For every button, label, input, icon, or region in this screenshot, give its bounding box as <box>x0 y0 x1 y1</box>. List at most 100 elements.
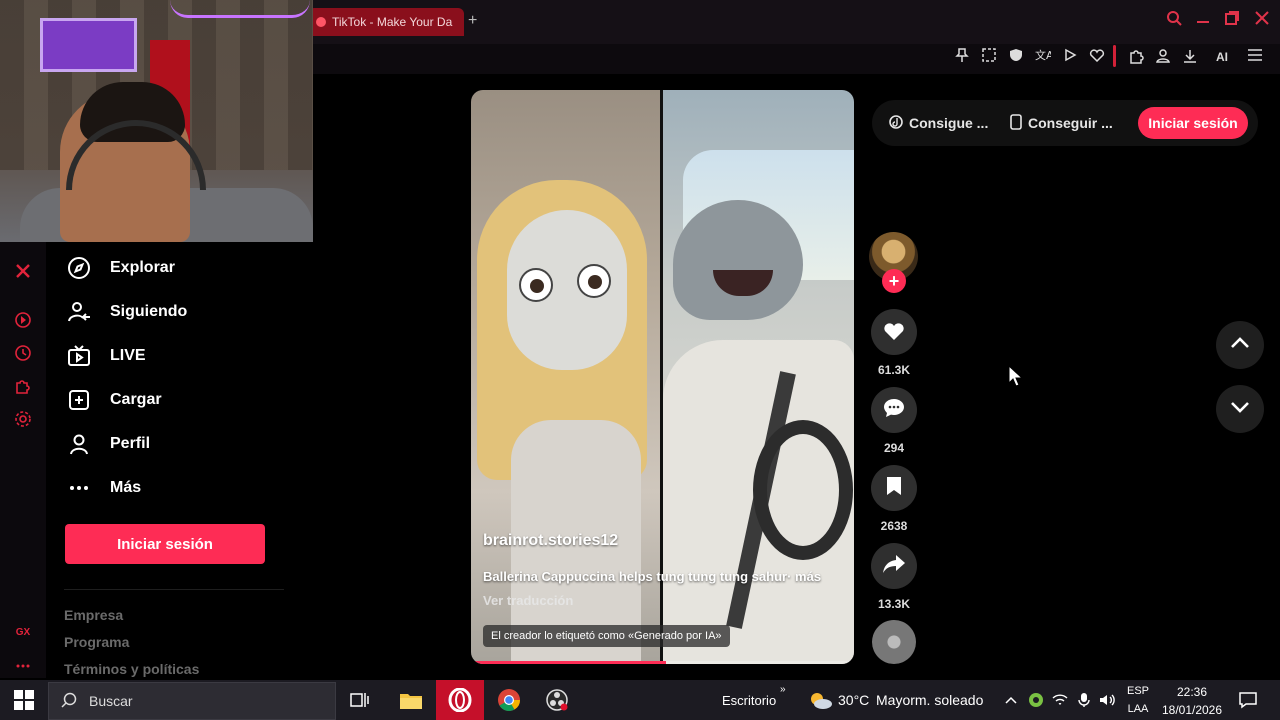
shield-icon[interactable] <box>1007 48 1025 66</box>
get-coins-label: Consigue ... <box>909 115 989 131</box>
language-bottom[interactable]: LAA <box>1126 703 1150 715</box>
account-icon[interactable] <box>1154 48 1172 66</box>
share-arrow-icon <box>882 553 906 580</box>
maximize-icon[interactable] <box>1224 10 1240 31</box>
toolbar-separator <box>1113 45 1116 67</box>
browser-tab-tiktok[interactable]: TikTok - Make Your Da <box>308 8 464 36</box>
coin-icon <box>889 114 903 132</box>
compass-icon <box>66 255 92 281</box>
translate-icon[interactable]: 文A <box>1034 48 1054 66</box>
phone-icon <box>1010 113 1022 133</box>
comment-count: 294 <box>883 441 905 455</box>
heart-outline-icon[interactable] <box>1088 48 1106 66</box>
heart-icon <box>882 319 906 346</box>
video-progress-bar[interactable] <box>471 661 854 664</box>
sidebar-item-mas[interactable]: Más <box>66 473 141 503</box>
search-icon <box>61 692 77 711</box>
desktop-toolbar-label[interactable]: Escritorio <box>722 693 776 708</box>
sidebar-item-siguiendo[interactable]: Siguiendo <box>66 297 187 327</box>
video-description: Ballerina Cappuccina helps tung tung tun… <box>483 569 821 584</box>
sidebar-item-label: Cargar <box>110 391 162 408</box>
svg-text:文A: 文A <box>1035 48 1051 62</box>
x-twitter-icon[interactable] <box>14 263 32 281</box>
sidebar-more-icon[interactable] <box>14 656 32 674</box>
header-login-button[interactable]: Iniciar sesión <box>1138 107 1248 139</box>
like-count: 61.3K <box>877 363 911 377</box>
chrome-icon[interactable] <box>495 686 523 714</box>
app-tray-icon[interactable] <box>1024 686 1048 714</box>
taskbar-search-input[interactable]: Buscar <box>48 682 336 720</box>
ai-generated-label: El creador lo etiquetó como «Generado po… <box>483 625 730 647</box>
video-progress-fill <box>471 661 667 664</box>
task-view-icon[interactable] <box>346 686 374 714</box>
get-app-label: Conseguir ... <box>1028 115 1113 131</box>
chevron-double-right-icon[interactable]: » <box>780 684 786 695</box>
music-disc-icon[interactable] <box>872 620 916 664</box>
ai-assistant-icon[interactable]: AI <box>1206 48 1238 66</box>
video-player[interactable]: brainrot.stories12 Ballerina Cappuccina … <box>471 90 854 664</box>
footer-link-programa[interactable]: Programa <box>64 634 129 650</box>
video-username[interactable]: brainrot.stories12 <box>483 532 618 550</box>
weather-temperature[interactable]: 30°C <box>838 692 869 708</box>
sidebar-login-button[interactable]: Iniciar sesión <box>65 524 265 564</box>
clock-time[interactable]: 22:36 <box>1160 685 1224 699</box>
get-coins-button[interactable]: Consigue ... <box>889 108 988 138</box>
clock-date[interactable]: 18/01/2026 <box>1160 703 1224 717</box>
menu-icon[interactable] <box>1246 48 1264 66</box>
close-window-icon[interactable] <box>1254 10 1270 31</box>
follow-plus-icon[interactable]: + <box>882 269 906 293</box>
gx-icon[interactable]: GX <box>14 624 32 642</box>
opera-gx-icon[interactable] <box>446 686 474 714</box>
windows-start-icon[interactable] <box>14 690 34 710</box>
sidebar-item-live[interactable]: LIVE <box>66 341 146 371</box>
history-icon[interactable] <box>14 344 32 362</box>
chevron-up-icon <box>1230 336 1250 354</box>
language-top[interactable]: ESP <box>1126 685 1150 697</box>
video-translate-link[interactable]: Ver traducción <box>483 593 573 608</box>
profile-icon <box>66 431 92 457</box>
download-icon[interactable] <box>1181 48 1199 66</box>
file-explorer-icon[interactable] <box>397 686 425 714</box>
sidebar-item-label: Perfil <box>110 435 151 452</box>
volume-icon[interactable] <box>1096 686 1120 714</box>
player-icon[interactable] <box>14 311 32 329</box>
get-app-button[interactable]: Conseguir ... <box>1010 108 1113 138</box>
footer-link-empresa[interactable]: Empresa <box>64 607 123 623</box>
comment-button[interactable] <box>871 387 917 433</box>
live-tv-icon <box>66 343 92 369</box>
tiktok-favicon-icon <box>316 17 326 27</box>
search-tabs-icon[interactable] <box>1166 10 1182 31</box>
notifications-icon[interactable] <box>1234 686 1262 714</box>
play-icon[interactable] <box>1061 48 1079 66</box>
weather-description[interactable]: Mayorm. soleado <box>876 692 983 708</box>
video-description-text: Ballerina Cappuccina helps tung tung tun… <box>483 569 792 584</box>
video-more-link[interactable]: más <box>795 569 821 584</box>
like-button[interactable] <box>871 309 917 355</box>
new-tab-button[interactable]: + <box>468 12 477 30</box>
pin-icon[interactable] <box>953 48 971 66</box>
next-video-button[interactable] <box>1216 385 1264 433</box>
chevron-up-tray-icon[interactable] <box>999 686 1023 714</box>
extensions-sidebar-icon[interactable] <box>14 377 32 395</box>
following-icon <box>66 299 92 325</box>
sidebar-item-explorar[interactable]: Explorar <box>66 253 175 283</box>
save-count: 2638 <box>880 519 908 533</box>
microphone-icon[interactable] <box>1072 686 1096 714</box>
wifi-icon[interactable] <box>1048 686 1072 714</box>
search-placeholder: Buscar <box>89 693 133 709</box>
webcam-led-strip <box>170 0 310 18</box>
snapshot-icon[interactable] <box>980 48 998 66</box>
save-button[interactable] <box>871 465 917 511</box>
mouse-cursor-icon <box>1008 364 1024 392</box>
video-character-eye <box>519 268 553 302</box>
sidebar-item-perfil[interactable]: Perfil <box>66 429 150 459</box>
weather-sun-cloud-icon[interactable] <box>806 686 834 714</box>
footer-link-terminos[interactable]: Términos y políticas <box>64 661 199 677</box>
share-button[interactable] <box>871 543 917 589</box>
extensions-icon[interactable] <box>1127 48 1145 66</box>
sidebar-item-cargar[interactable]: Cargar <box>66 385 162 415</box>
settings-gear-icon[interactable] <box>14 410 32 428</box>
obs-icon[interactable] <box>543 686 571 714</box>
previous-video-button[interactable] <box>1216 321 1264 369</box>
minimize-icon[interactable] <box>1196 10 1210 29</box>
